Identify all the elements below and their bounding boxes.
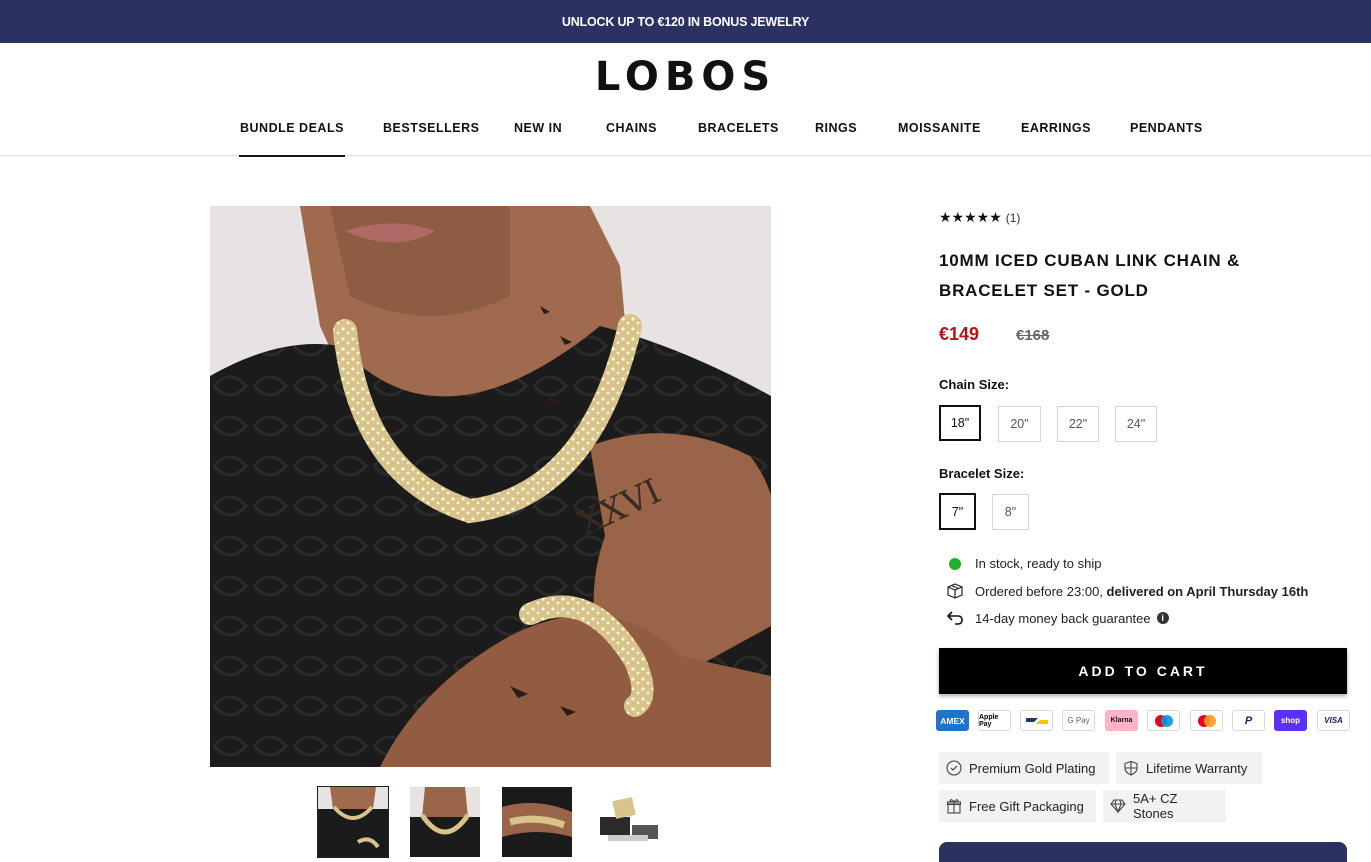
- apple-pay-icon: Apple Pay: [978, 710, 1011, 731]
- mastercard-icon: [1190, 710, 1223, 731]
- delivery-prefix: Ordered before 23:00,: [975, 583, 1103, 599]
- bundle-offer-button[interactable]: [939, 842, 1347, 862]
- brand-logo[interactable]: LOBOS: [0, 54, 1371, 100]
- chain-size-22[interactable]: 22": [1057, 406, 1099, 442]
- nav-chains[interactable]: CHAINS: [606, 121, 657, 135]
- announcement-text: UNLOCK UP TO €120 IN BONUS JEWELRY: [561, 14, 810, 29]
- thumbnail-4[interactable]: [594, 787, 664, 857]
- visa-icon: VISA: [1317, 710, 1350, 731]
- shop-pay-icon: shop: [1274, 710, 1307, 731]
- paypal-icon: P: [1232, 710, 1265, 731]
- nav-bundle-deals[interactable]: BUNDLE DEALS: [239, 121, 345, 157]
- delivery-info: Ordered before 23:00, delivered on April…: [945, 582, 1308, 600]
- klarna-icon: Klarna: [1105, 710, 1138, 731]
- thumbnail-3[interactable]: [502, 787, 572, 857]
- bracelet-size-label: Bracelet Size:: [939, 466, 1025, 481]
- chain-size-20[interactable]: 20": [998, 406, 1041, 442]
- feature-gold-plating: Premium Gold Plating: [939, 752, 1109, 784]
- announcement-bar[interactable]: UNLOCK UP TO €120 IN BONUS JEWELRY: [0, 0, 1371, 43]
- feature-lifetime-warranty: Lifetime Warranty: [1116, 752, 1262, 784]
- thumbnail-1[interactable]: [317, 786, 389, 858]
- diamond-icon: [1110, 798, 1126, 814]
- maestro-icon: [1147, 710, 1180, 731]
- bancontact-icon: [1020, 710, 1053, 731]
- nav-new-in[interactable]: NEW IN: [514, 121, 562, 135]
- guarantee-info: 14-day money back guarantee i: [945, 610, 1169, 626]
- compare-price: €168: [1016, 327, 1050, 344]
- guarantee-text: 14-day money back guarantee: [975, 610, 1151, 626]
- info-icon[interactable]: i: [1156, 612, 1169, 624]
- add-to-cart-button[interactable]: ADD TO CART: [939, 648, 1347, 694]
- product-main-image[interactable]: XXVI: [210, 206, 771, 767]
- bracelet-size-7[interactable]: 7": [939, 493, 976, 530]
- product-title: 10MM ICED CUBAN LINK CHAIN & BRACELET SE…: [939, 251, 1241, 300]
- rating-stars: ★★★★★: [939, 209, 1002, 225]
- chain-size-label: Chain Size:: [939, 377, 1010, 392]
- delivery-date: delivered on April Thursday 16th: [1106, 583, 1309, 599]
- nav-earrings[interactable]: EARRINGS: [1021, 121, 1091, 135]
- return-arrow-icon: [945, 610, 965, 626]
- check-circle-icon: [946, 760, 962, 776]
- gift-icon: [946, 798, 962, 814]
- amex-icon: AMEX: [936, 710, 969, 731]
- sale-price: €149: [939, 324, 980, 344]
- nav-pendants[interactable]: PENDANTS: [1130, 121, 1203, 135]
- review-count: (1): [1005, 210, 1021, 225]
- feature-gift-packaging: Free Gift Packaging: [939, 790, 1096, 822]
- stock-text: In stock, ready to ship: [975, 556, 1102, 571]
- main-nav: BUNDLE DEALS BESTSELLERS NEW IN CHAINS B…: [0, 112, 1371, 157]
- chain-size-18[interactable]: 18": [939, 405, 981, 441]
- thumbnail-2[interactable]: [410, 787, 480, 857]
- shield-icon: [1123, 760, 1139, 776]
- google-pay-icon: G Pay: [1062, 710, 1095, 731]
- nav-rings[interactable]: RINGS: [815, 121, 857, 135]
- feature-cz-stones: 5A+ CZ Stones: [1103, 790, 1226, 822]
- stock-status: In stock, ready to ship: [945, 556, 1101, 571]
- nav-moissanite[interactable]: MOISSANITE: [898, 121, 981, 135]
- product-rating[interactable]: ★★★★★ (1): [939, 209, 1020, 226]
- nav-bestsellers[interactable]: BESTSELLERS: [383, 121, 480, 135]
- package-icon: [945, 582, 965, 600]
- chain-size-24[interactable]: 24": [1115, 406, 1157, 442]
- bracelet-size-8[interactable]: 8": [992, 494, 1029, 530]
- nav-bracelets[interactable]: BRACELETS: [698, 121, 779, 135]
- in-stock-dot-icon: [945, 557, 965, 570]
